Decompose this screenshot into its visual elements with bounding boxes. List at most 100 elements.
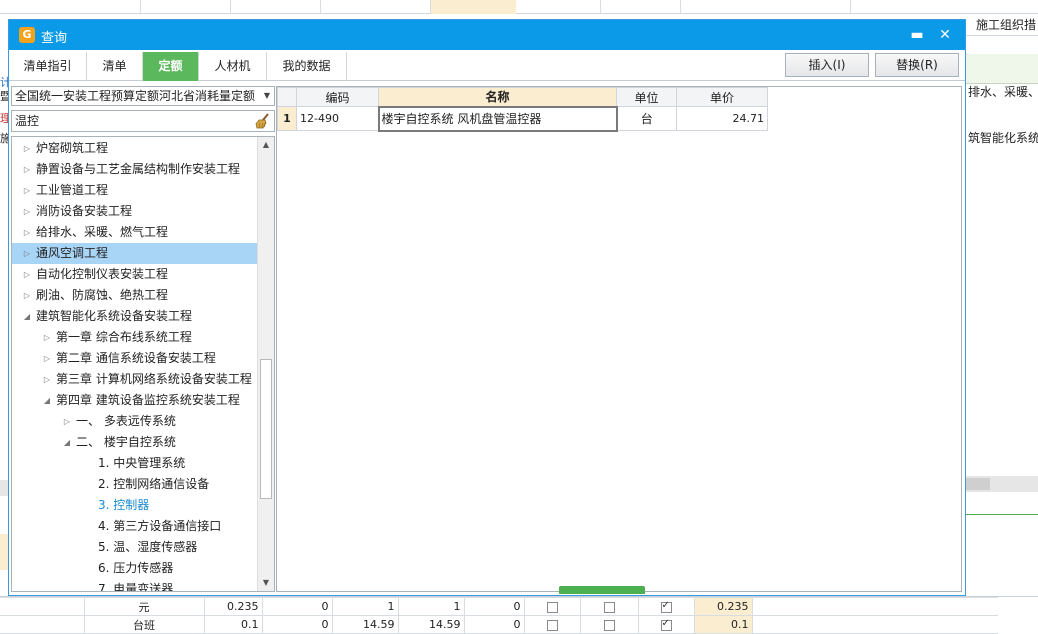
collapsed-triangle-icon[interactable]: ▷ [42,327,52,348]
library-select[interactable]: 全国统一安装工程预算定额河北省消耗量定额 ▼ [11,86,275,106]
grid-header-code[interactable]: 编码 [296,87,379,107]
broom-clear-icon[interactable] [254,112,272,130]
cell-unit[interactable]: 台 [616,106,677,131]
cell-code[interactable]: 12-490 [296,106,379,131]
collapsed-triangle-icon[interactable]: ▷ [42,369,52,390]
table-cell: 1 [397,597,465,616]
checkbox-checked[interactable] [660,618,672,631]
tree-node[interactable]: 1. 中央管理系统 [12,453,257,474]
insert-button[interactable]: 插入(I) [785,53,869,77]
table-cell: 0.1 [693,615,753,634]
checkbox-checked[interactable] [660,600,672,613]
tree-node[interactable]: 4. 第三方设备通信接口 [12,516,257,537]
table-row: 台班 0.1 0 14.59 14.59 0 0.1 [0,615,998,634]
scroll-up-icon[interactable]: ▲ [258,137,274,153]
tree-node-label: 刷油、防腐蚀、绝热工程 [36,288,169,302]
chevron-down-icon[interactable]: ▼ [260,87,274,105]
expanded-triangle-icon[interactable]: ◢ [42,390,52,411]
tree-scrollbar[interactable]: ▲ ▼ [257,137,274,591]
tree-node[interactable]: ▷ 给排水、采暖、燃气工程 [12,222,257,243]
tree-node[interactable]: ▷ 第一章 综合布线系统工程 [12,327,257,348]
table-cell: 0.235 [203,597,263,616]
expanded-triangle-icon[interactable]: ◢ [22,306,32,327]
tab-bill-guide[interactable]: 清单指引 [9,52,87,81]
resize-grip[interactable] [559,586,645,594]
background-green-line [966,514,1038,515]
title-bar[interactable]: G 查询 ▬ ✕ [9,20,965,50]
collapsed-triangle-icon[interactable]: ▷ [22,138,32,159]
close-icon[interactable]: ✕ [935,25,955,45]
background-right-panel: 施工组织措 排水、采暖、燃 筑智能化系统设 [966,14,1038,534]
tree-node-label: 通风空调工程 [36,246,109,260]
minimize-icon[interactable]: ▬ [907,25,927,45]
left-panel: 全国统一安装工程预算定额河北省消耗量定额 ▼ 温控 ▷ 炉窑砌筑工程 ▷ 静置设备与工… [11,86,275,592]
tree-node[interactable]: 7. 电量变送器 [12,579,257,592]
tree-node[interactable]: ▷ 刷油、防腐蚀、绝热工程 [12,285,257,306]
tree-node[interactable]: ▷ 一、 多表远传系统 [12,411,257,432]
tree-node-label: 建筑智能化系统设备安装工程 [36,309,193,323]
cell-name[interactable]: 楼宇自控系统 风机盘管温控器 [377,105,618,132]
tree-node-label: 7. 电量变送器 [98,582,174,592]
checkbox[interactable] [546,619,558,631]
tree-node[interactable]: ◢ 二、 楼宇自控系统 [12,432,257,453]
background-table: 元 0.235 0 1 1 0 0.235 台班 0.1 0 14.59 14.… [0,597,998,634]
scroll-down-icon[interactable]: ▼ [258,575,274,591]
tree-node[interactable]: ▷ 第二章 通信系统设备安装工程 [12,348,257,369]
grid-header-name[interactable]: 名称 [378,87,617,107]
collapsed-triangle-icon[interactable]: ▷ [22,264,32,285]
background-divider [430,0,431,14]
tab-labor-material[interactable]: 人材机 [199,52,267,81]
tab-bill[interactable]: 清单 [87,52,143,81]
tree-node[interactable]: ▷ 自动化控制仪表安装工程 [12,264,257,285]
scrollbar-thumb[interactable] [260,359,272,499]
tree-node[interactable]: ◢ 第四章 建筑设备监控系统安装工程 [12,390,257,411]
tab-bar: 清单指引 清单 定额 人材机 我的数据 插入(I) 替换(R) [9,50,965,81]
tree-node[interactable]: 5. 温、湿度传感器 [12,537,257,558]
tree-node[interactable]: ▷ 通风空调工程 [12,243,257,264]
tree-node[interactable]: ▷ 静置设备与工艺金属结构制作安装工程 [12,159,257,180]
checkbox[interactable] [603,601,615,613]
cell-price[interactable]: 24.71 [676,106,768,131]
collapsed-triangle-icon[interactable]: ▷ [42,348,52,369]
tree-node-label: 第四章 建筑设备监控系统安装工程 [56,393,240,407]
table-cell: 0.235 [693,597,753,616]
tab-my-data[interactable]: 我的数据 [267,52,347,81]
tree-node-label: 一、 多表远传系统 [76,414,176,428]
replace-button[interactable]: 替换(R) [875,53,959,77]
tree-node[interactable]: ▷ 炉窑砌筑工程 [12,138,257,159]
chapter-tree[interactable]: ▷ 炉窑砌筑工程 ▷ 静置设备与工艺金属结构制作安装工程 ▷ 工业管道工程 ▷ 消防设备安装工… [11,136,275,592]
tree-node-label: 第一章 综合布线系统工程 [56,330,192,344]
grid-header-price[interactable]: 单价 [676,87,768,107]
tree-node[interactable]: ▷ 第三章 计算机网络系统设备安装工程 [12,369,257,390]
collapsed-triangle-icon[interactable]: ▷ [22,285,32,306]
collapsed-triangle-icon[interactable]: ▷ [22,243,32,264]
background-divider [680,0,681,14]
collapsed-triangle-icon[interactable]: ▷ [22,222,32,243]
background-green-row [966,54,1038,84]
table-row[interactable]: 1 12-490 楼宇自控系统 风机盘管温控器 台 24.71 [277,105,768,132]
collapsed-triangle-icon[interactable]: ▷ [22,180,32,201]
checkbox[interactable] [546,601,558,613]
collapsed-triangle-icon[interactable]: ▷ [62,411,72,432]
collapsed-triangle-icon[interactable]: ▷ [22,159,32,180]
window-title: 查询 [41,31,68,46]
tree-node[interactable]: ▷ 消防设备安装工程 [12,201,257,222]
background-row-text: 排水、采暖、燃 [968,85,1038,99]
search-input[interactable]: 温控 [11,110,275,132]
tree-node-label: 5. 温、湿度传感器 [98,540,198,554]
tree-node[interactable]: ◢ 建筑智能化系统设备安装工程 [12,306,257,327]
collapsed-triangle-icon[interactable]: ▷ [22,201,32,222]
tree-node-label: 消防设备安装工程 [36,204,133,218]
tree-node[interactable]: ▷ 工业管道工程 [12,180,257,201]
tab-quota[interactable]: 定额 [143,52,199,81]
table-cell: 元 [83,597,205,616]
grid-header-unit[interactable]: 单位 [616,87,677,107]
tree-node[interactable]: 2. 控制网络通信设备 [12,474,257,495]
checkbox[interactable] [603,619,615,631]
tree-node-label: 4. 第三方设备通信接口 [98,519,222,533]
expanded-triangle-icon[interactable]: ◢ [62,432,72,453]
tree-node[interactable]: 6. 压力传感器 [12,558,257,579]
tree-node-label: 6. 压力传感器 [98,561,174,575]
tree-node-label: 工业管道工程 [36,183,109,197]
tree-node[interactable]: 3. 控制器 [12,495,257,516]
